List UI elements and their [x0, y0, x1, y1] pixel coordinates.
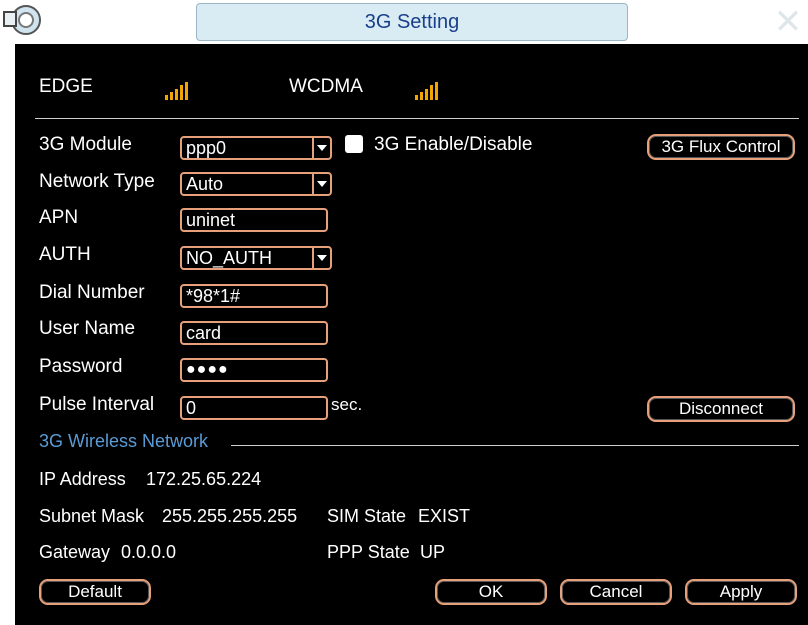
edge-label: EDGE — [39, 76, 93, 97]
ppp-state-value: UP — [420, 542, 446, 562]
default-button[interactable]: Default — [39, 579, 151, 605]
chevron-down-icon — [312, 138, 330, 158]
user-name-input[interactable]: card — [180, 321, 328, 345]
network-type-dropdown[interactable]: Auto — [180, 172, 332, 196]
wireless-section-title: 3G Wireless Network — [39, 431, 209, 451]
subnet-mask-label: Subnet Mask — [39, 506, 145, 526]
dial-number-label: Dial Number — [39, 282, 145, 303]
pulse-interval-label: Pulse Interval — [39, 394, 155, 415]
auth-dropdown[interactable]: NO_AUTH — [180, 246, 332, 270]
enable-checkbox[interactable] — [345, 135, 363, 153]
auth-label: AUTH — [39, 244, 91, 265]
ip-address-value: 172.25.65.224 — [146, 469, 262, 489]
app-logo-icon — [3, 5, 41, 35]
chevron-down-icon — [312, 174, 330, 194]
section-divider — [231, 445, 799, 446]
sim-state-label: SIM State — [327, 506, 407, 526]
chevron-down-icon — [312, 248, 330, 268]
user-name-label: User Name — [39, 318, 136, 339]
ip-address-label: IP Address — [39, 469, 126, 489]
apply-button[interactable]: Apply — [685, 579, 797, 605]
settings-panel: EDGE WCDMA 3G Module ppp0 3G Enable/Disa… — [15, 44, 808, 625]
pulse-unit-label: sec. — [331, 395, 363, 414]
ok-button[interactable]: OK — [435, 579, 547, 605]
title-bar: 3G Setting ✕ — [0, 0, 808, 44]
ppp-state-label: PPP State — [327, 542, 410, 562]
signal-strength-icon — [165, 82, 191, 100]
apn-input[interactable]: uninet — [180, 208, 328, 232]
network-type-label: Network Type — [39, 171, 155, 192]
apn-label: APN — [39, 207, 79, 228]
password-input[interactable]: ●●●● — [180, 358, 328, 382]
network-type-value: Auto — [186, 174, 224, 194]
sim-state-value: EXIST — [418, 506, 471, 526]
gateway-value: 0.0.0.0 — [121, 542, 177, 562]
subnet-mask-value: 255.255.255.255 — [162, 506, 298, 526]
enable-label: 3G Enable/Disable — [374, 134, 533, 155]
divider — [35, 118, 799, 119]
window-title: 3G Setting — [196, 3, 628, 41]
close-icon[interactable]: ✕ — [768, 0, 808, 44]
flux-control-button[interactable]: 3G Flux Control — [647, 134, 795, 160]
wcdma-label: WCDMA — [289, 76, 363, 97]
dial-number-input[interactable]: *98*1# — [180, 284, 328, 308]
gateway-label: Gateway — [39, 542, 111, 562]
module-value: ppp0 — [186, 138, 227, 158]
password-label: Password — [39, 356, 123, 377]
auth-value: NO_AUTH — [186, 248, 273, 268]
cancel-button[interactable]: Cancel — [560, 579, 672, 605]
module-dropdown[interactable]: ppp0 — [180, 136, 332, 160]
module-label: 3G Module — [39, 134, 132, 155]
disconnect-button[interactable]: Disconnect — [647, 396, 795, 422]
signal-strength-icon — [415, 82, 441, 100]
pulse-interval-input[interactable]: 0 — [180, 396, 328, 420]
